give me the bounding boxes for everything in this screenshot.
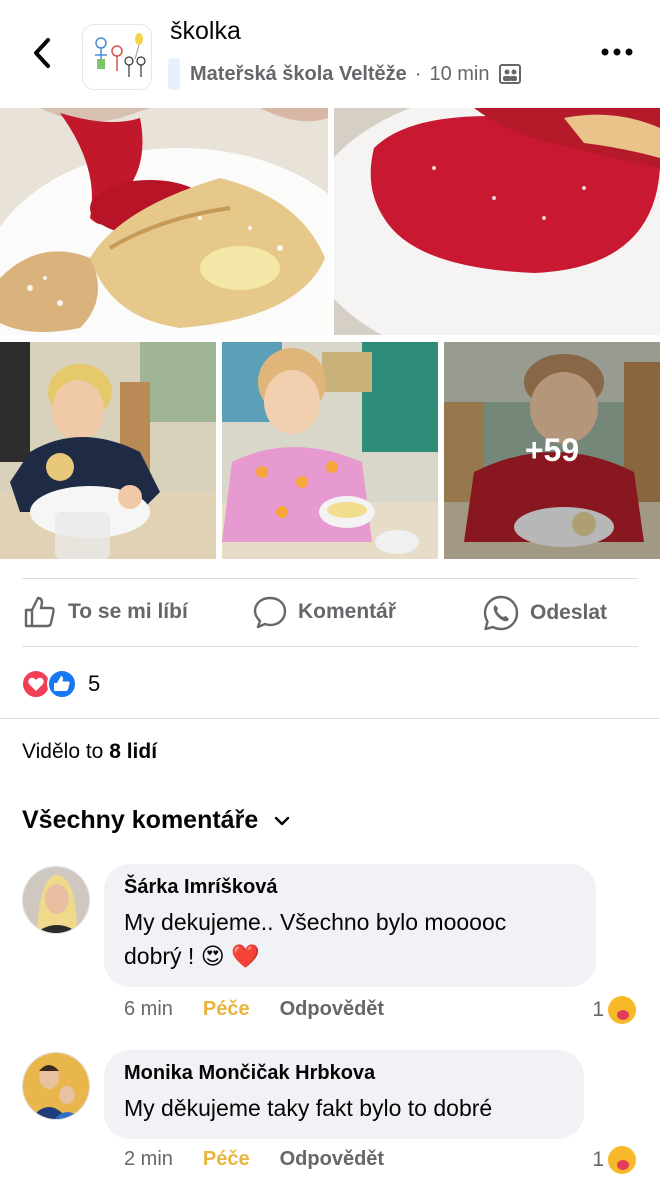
- comment-bubble[interactable]: Šárka Imríšková My dekujeme.. Všechno by…: [104, 864, 596, 987]
- comment-text-line: dobrý !: [124, 943, 195, 969]
- comment-meta: 6 min Péče Odpovědět: [124, 998, 384, 1021]
- comment-text-line: My dekujeme.. Všechno bylo mooooc: [124, 909, 507, 935]
- seen-prefix: Vidělo to: [22, 740, 104, 763]
- group-avatar[interactable]: [82, 24, 152, 90]
- comment-meta: 2 min Péče Odpovědět: [124, 1148, 384, 1171]
- photo-child-3-more[interactable]: +59: [444, 342, 660, 559]
- comment-text: My dekujeme.. Všechno bylo mooooc dobrý …: [124, 905, 576, 973]
- comment-text: My děkujeme taky fakt bylo to dobré: [124, 1095, 493, 1121]
- post-header: školka Mateřská škola Veltěže · 10 min: [0, 0, 660, 108]
- comment-reaction-count[interactable]: 1: [592, 996, 636, 1024]
- group-members-icon: [498, 64, 521, 84]
- emoji-heart-eyes-heart: 😍 ❤️: [200, 943, 260, 969]
- photo-jam-plate[interactable]: [334, 108, 660, 335]
- separator-dot: ·: [414, 62, 422, 85]
- like-button[interactable]: To se mi líbí: [22, 594, 188, 630]
- care-reaction-button[interactable]: Péče: [203, 1148, 250, 1171]
- comments-filter-label: Všechny komentáře: [22, 806, 259, 834]
- kids-drawing-icon: [95, 33, 146, 77]
- more-photos-count[interactable]: +59: [444, 342, 660, 559]
- comment-reaction-count[interactable]: 1: [592, 1146, 636, 1174]
- comment-label: Komentář: [298, 600, 397, 623]
- send-label: Odeslat: [530, 601, 608, 624]
- send-button[interactable]: Odeslat: [482, 594, 607, 632]
- divider: [0, 718, 660, 719]
- chevron-down-icon: [275, 816, 290, 825]
- group-name[interactable]: školka: [170, 17, 241, 46]
- commenter-name[interactable]: Monika Mončičak Hrbkova: [124, 1062, 564, 1085]
- photo-strudel[interactable]: [0, 108, 328, 335]
- photo-child-1[interactable]: [0, 342, 216, 559]
- photo-child-2[interactable]: [222, 342, 438, 559]
- comment-reaction-number: 1: [592, 998, 604, 1021]
- avatar[interactable]: [22, 1052, 90, 1120]
- post-subtitle: Mateřská škola Veltěže · 10 min: [168, 58, 522, 90]
- comment-bubble-icon: [253, 596, 287, 629]
- post-actions: To se mi líbí Komentář Odeslat: [0, 580, 660, 646]
- reply-button[interactable]: Odpovědět: [280, 1148, 384, 1171]
- admin-chip: [168, 58, 180, 90]
- reaction-count: 5: [88, 671, 101, 696]
- commenter-name[interactable]: Šárka Imríšková: [124, 876, 576, 899]
- care-emoji-icon: [608, 1146, 636, 1174]
- divider: [22, 578, 638, 579]
- comment-time[interactable]: 2 min: [124, 1148, 173, 1171]
- author-name[interactable]: Mateřská škola Veltěže: [190, 63, 407, 86]
- avatar[interactable]: [22, 866, 90, 934]
- care-reaction-button[interactable]: Péče: [203, 998, 250, 1021]
- post-time[interactable]: 10 min: [429, 63, 489, 86]
- reply-button[interactable]: Odpovědět: [280, 998, 384, 1021]
- comment-reaction-number: 1: [592, 1148, 604, 1171]
- seen-count: 8 lidí: [109, 740, 158, 763]
- comment-time[interactable]: 6 min: [124, 998, 173, 1021]
- love-like-reaction-icons: [21, 669, 77, 699]
- comment-bubble[interactable]: Monika Mončičak Hrbkova My děkujeme taky…: [104, 1050, 584, 1139]
- seen-by[interactable]: Vidělo to 8 lidí: [22, 740, 157, 764]
- comment-button[interactable]: Komentář: [252, 594, 396, 630]
- thumbs-up-icon: [24, 596, 55, 628]
- more-options-icon[interactable]: [600, 42, 634, 62]
- like-label: To se mi líbí: [68, 600, 188, 623]
- reaction-summary[interactable]: 5: [20, 668, 100, 700]
- divider: [22, 646, 638, 647]
- whatsapp-icon: [483, 595, 519, 631]
- care-emoji-icon: [608, 996, 636, 1024]
- back-arrow-icon[interactable]: [26, 34, 58, 72]
- comments-filter[interactable]: Všechny komentáře: [22, 806, 294, 835]
